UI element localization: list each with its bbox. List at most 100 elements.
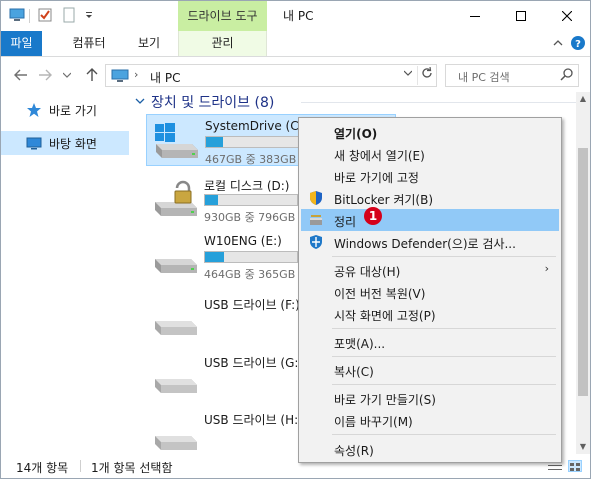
menu-item-open[interactable]: 열기(O): [301, 121, 559, 143]
menu-item-label: Windows Defender(으)로 검사...: [334, 237, 516, 251]
menu-item-open-new-window[interactable]: 새 창에서 열기(E): [301, 143, 559, 165]
recent-locations-button[interactable]: [61, 66, 73, 84]
menu-item-label: 바로 가기에 고정: [334, 171, 419, 185]
usb-drive-icon: [151, 414, 199, 454]
scrollbar-thumb[interactable]: [578, 148, 588, 396]
search-icon[interactable]: [560, 67, 574, 84]
drive-size: 464GB 중 365GB: [204, 268, 296, 281]
context-menu: 열기(O) 새 창에서 열기(E) 바로 가기에 고정 BitLocker 켜기…: [298, 117, 562, 463]
tab-manage[interactable]: 관리: [178, 31, 267, 56]
menu-item-bitlocker[interactable]: BitLocker 켜기(B): [301, 187, 559, 209]
menu-item-restore-versions[interactable]: 이전 버전 복원(V): [301, 281, 559, 303]
drive-name: USB 드라이브 (F:): [204, 298, 300, 312]
menu-item-label: 시작 화면에 고정(P): [334, 309, 436, 323]
menu-item-pin-quick-access[interactable]: 바로 가기에 고정: [301, 165, 559, 187]
menu-item-pin-start[interactable]: 시작 화면에 고정(P): [301, 303, 559, 325]
help-icon[interactable]: ?: [571, 36, 585, 53]
vertical-scrollbar[interactable]: ▲ ▼: [576, 92, 590, 454]
up-button[interactable]: [83, 66, 101, 84]
menu-item-create-shortcut[interactable]: 바로 가기 만들기(S): [301, 387, 559, 409]
navigation-bar: › 내 PC 내 PC 검색: [1, 58, 590, 92]
tab-file[interactable]: 파일: [1, 31, 42, 56]
menu-separator: [332, 434, 556, 435]
group-divider: [301, 102, 576, 103]
menu-separator: [332, 328, 556, 329]
selection-count: 1개 항목 선택함: [91, 461, 173, 475]
ribbon-tab-row: 파일 컴퓨터 보기 관리 ?: [1, 31, 590, 57]
menu-item-label: 공유 대상(H): [334, 265, 401, 279]
menu-item-label: 열기(O): [334, 127, 378, 141]
menu-item-label: 이전 버전 복원(V): [334, 287, 426, 301]
search-input[interactable]: 내 PC 검색: [458, 69, 510, 85]
group-label: 장치 및 드라이브 (8): [151, 95, 275, 111]
menu-item-label: 정리: [334, 215, 357, 229]
usage-bar: [205, 136, 299, 148]
scroll-up-icon[interactable]: ▲: [576, 92, 590, 106]
pc-icon: [111, 69, 129, 86]
menu-separator: [332, 356, 556, 357]
usage-bar-fill: [205, 195, 218, 205]
devices-group-header[interactable]: 장치 및 드라이브 (8): [135, 92, 274, 112]
toolbar-divider: [29, 9, 30, 23]
usage-bar: [204, 251, 298, 263]
menu-item-label: 복사(C): [334, 365, 374, 379]
refresh-button[interactable]: [417, 66, 436, 85]
drive-name: USB 드라이브 (G:): [204, 356, 304, 370]
properties-icon[interactable]: [37, 7, 53, 23]
chevron-down-icon[interactable]: [135, 97, 145, 108]
menu-item-rename[interactable]: 이름 바꾸기(M): [301, 409, 559, 431]
large-icons-view-icon[interactable]: [568, 460, 582, 472]
customize-toolbar-icon[interactable]: [84, 7, 100, 23]
nav-item-desktop[interactable]: 바탕 화면: [1, 131, 129, 155]
usb-drive-icon: [151, 299, 199, 339]
menu-item-properties[interactable]: 속성(R): [301, 438, 559, 460]
menu-item-copy[interactable]: 복사(C): [301, 359, 559, 381]
usage-bar: [204, 194, 298, 206]
nav-item-label: 바로 가기: [49, 103, 97, 118]
svg-text:?: ?: [575, 39, 581, 50]
minimize-button[interactable]: [452, 1, 498, 31]
window-title: 내 PC: [283, 9, 314, 23]
menu-item-label: 속성(R): [334, 444, 374, 458]
breadcrumb-this-pc[interactable]: 내 PC: [150, 69, 180, 86]
cleanup-icon: [308, 212, 324, 228]
maximize-button[interactable]: [498, 1, 544, 31]
address-bar[interactable]: › 내 PC: [105, 64, 437, 87]
tab-view[interactable]: 보기: [129, 31, 169, 56]
address-dropdown-icon[interactable]: [401, 68, 415, 79]
back-button[interactable]: [12, 66, 30, 84]
menu-item-defender-scan[interactable]: Windows Defender(으)로 검사...: [301, 231, 559, 253]
item-count: 14개 항목: [16, 461, 69, 475]
breadcrumb-chevron-icon[interactable]: ›: [134, 68, 138, 81]
menu-item-cleanup[interactable]: 정리: [301, 209, 559, 231]
locked-drive-icon: [151, 180, 199, 220]
menu-item-format[interactable]: 포맷(A)...: [301, 331, 559, 353]
menu-item-label: BitLocker 켜기(B): [334, 193, 434, 207]
menu-separator: [332, 256, 556, 257]
drive-name: SystemDrive (C:): [205, 119, 308, 133]
drive-size: 467GB 중 383GB: [205, 153, 297, 166]
status-divider: [80, 460, 81, 472]
forward-button[interactable]: [36, 66, 54, 84]
shield-icon: [308, 190, 324, 206]
collapse-ribbon-icon[interactable]: [552, 37, 564, 52]
star-icon: [26, 102, 42, 118]
nav-item-quick-access[interactable]: 바로 가기: [1, 98, 129, 122]
desktop-icon: [26, 135, 42, 151]
submenu-arrow-icon: ›: [544, 262, 549, 275]
tab-computer[interactable]: 컴퓨터: [63, 31, 115, 56]
menu-item-label: 포맷(A)...: [334, 337, 386, 351]
navigation-pane: 바로 가기 바탕 화면: [1, 92, 131, 454]
drive-name: W10ENG (E:): [204, 234, 282, 248]
scroll-down-icon[interactable]: ▼: [576, 440, 590, 454]
menu-item-label: 이름 바꾸기(M): [334, 415, 413, 429]
drive-name: 로컬 디스크 (D:): [204, 179, 290, 193]
close-button[interactable]: [544, 1, 590, 31]
pc-app-icon: [9, 7, 25, 23]
usage-bar-fill: [206, 137, 223, 147]
search-box[interactable]: 내 PC 검색: [445, 64, 579, 87]
new-folder-icon[interactable]: [61, 7, 77, 23]
menu-item-share-with[interactable]: 공유 대상(H) ›: [301, 259, 559, 281]
usb-drive-icon: [151, 357, 199, 397]
hard-drive-icon: [151, 237, 199, 277]
